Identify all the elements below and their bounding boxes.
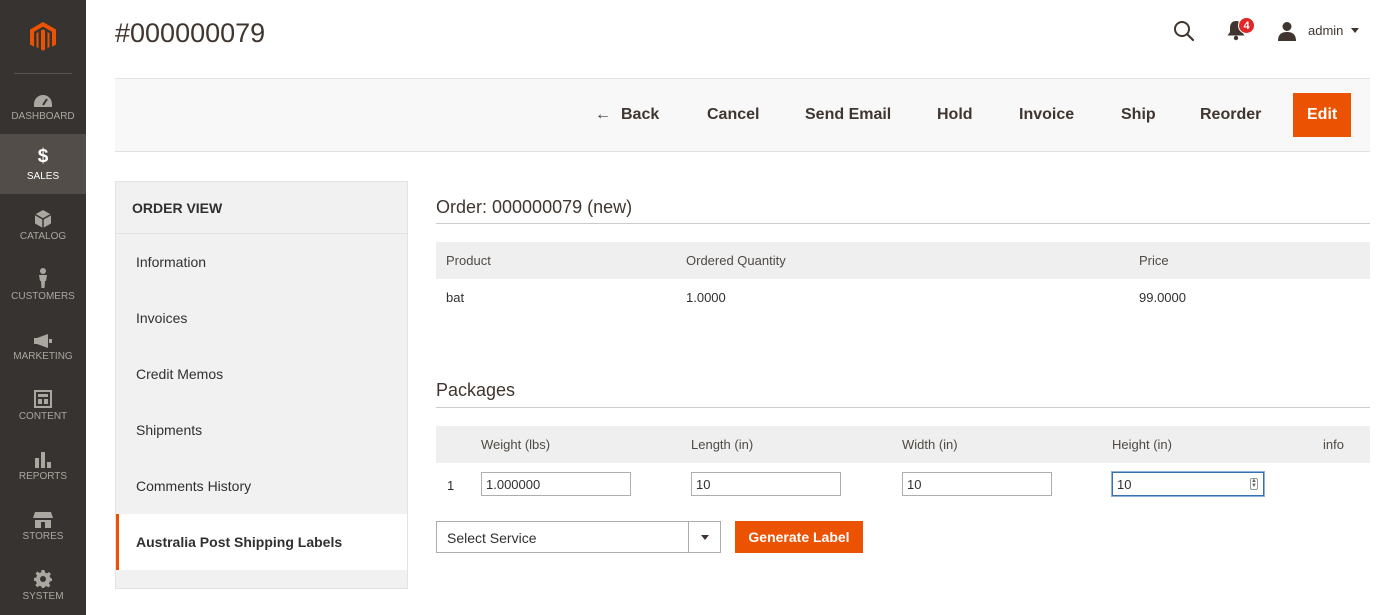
tab-australia-post-shipping-labels[interactable]: Australia Post Shipping Labels [116,514,407,570]
nav-label: CUSTOMERS [11,291,75,302]
tab-comments-history[interactable]: Comments History [116,458,407,514]
store-icon [33,506,53,528]
back-label: Back [621,106,660,123]
gear-icon [34,566,52,588]
packages-heading: Packages [436,380,516,400]
edit-button[interactable]: Edit [1293,93,1352,137]
notification-count-badge: 4 [1238,17,1255,34]
service-select-value: Select Service [447,530,537,546]
nav-label: SALES [26,171,60,182]
length-input[interactable] [691,472,841,496]
layout-icon [34,386,52,408]
nav-customers[interactable]: CUSTOMERS [0,254,86,314]
item-product: bat [446,290,465,305]
ship-button[interactable]: Ship [1121,93,1156,137]
divider [436,407,1370,408]
nav-sales[interactable]: $ SALES [0,134,86,194]
page-title: #000000079 [115,18,266,48]
bar-chart-icon [34,446,52,468]
cube-icon [35,206,51,228]
person-icon [37,266,49,288]
tab-shipments[interactable]: Shipments [116,402,407,458]
user-icon[interactable] [1277,21,1297,41]
tabs-title: ORDER VIEW [116,182,407,234]
column-header-ordered-quantity: Ordered Quantity [686,253,786,268]
height-input[interactable] [1112,472,1264,496]
megaphone-icon [34,326,52,348]
weight-input[interactable] [481,472,631,496]
nav-marketing[interactable]: MARKETING [0,314,86,374]
search-icon[interactable] [1172,19,1196,43]
user-menu-name[interactable]: admin [1308,23,1343,38]
page-actions-toolbar: ← Back Cancel Send Email Hold Invoice Sh… [115,78,1370,152]
arrow-left-icon: ← [595,106,611,123]
back-button[interactable]: ← Back [595,93,659,137]
tab-information[interactable]: Information [116,234,407,290]
magento-logo-icon [30,21,56,51]
width-input[interactable] [902,472,1052,496]
nav-label: STORES [22,531,64,542]
order-heading: Order: 000000079 (new) [436,197,633,217]
nav-label: CONTENT [18,411,68,422]
column-header-height: Height (in) [1112,437,1172,452]
nav-label: CATALOG [19,231,67,242]
tab-credit-memos[interactable]: Credit Memos [116,346,407,402]
order-view-tabs: ORDER VIEW Information Invoices Credit M… [115,181,408,589]
hold-button[interactable]: Hold [937,93,973,137]
send-email-button[interactable]: Send Email [805,93,891,137]
tab-invoices[interactable]: Invoices [116,290,407,346]
nav-system[interactable]: SYSTEM [0,554,86,614]
package-index: 1 [447,478,455,493]
order-items-header [436,242,1370,279]
magento-logo[interactable] [14,0,72,74]
dashboard-icon [33,86,53,108]
column-header-length: Length (in) [691,437,754,452]
invoice-button[interactable]: Invoice [1019,93,1074,137]
divider [436,223,1370,224]
chevron-down-icon [688,522,720,552]
cancel-button[interactable]: Cancel [707,93,759,137]
column-header-product: Product [446,253,491,268]
column-header-weight: Weight (lbs) [481,437,551,452]
nav-label: DASHBOARD [11,111,75,122]
admin-sidebar: DASHBOARD $ SALES CATALOG CUSTOMERS MARK… [0,0,86,615]
reorder-button[interactable]: Reorder [1200,93,1261,137]
chevron-down-icon[interactable] [1351,28,1359,33]
nav-label: MARKETING [13,351,73,362]
nav-label: SYSTEM [22,591,64,602]
nav-dashboard[interactable]: DASHBOARD [0,74,86,134]
item-price: 99.0000 [1139,290,1186,305]
nav-content[interactable]: CONTENT [0,374,86,434]
number-spinner-icon[interactable]: ▲ ▼ [1250,478,1258,490]
column-header-width: Width (in) [902,437,958,452]
nav-catalog[interactable]: CATALOG [0,194,86,254]
dollar-icon: $ [37,146,49,167]
nav-stores[interactable]: STORES [0,494,86,554]
column-header-info: info [1323,437,1344,452]
nav-label: REPORTS [18,471,68,482]
generate-label-button[interactable]: Generate Label [735,521,863,553]
column-header-price: Price [1139,253,1169,268]
nav-reports[interactable]: REPORTS [0,434,86,494]
item-quantity: 1.0000 [686,290,726,305]
service-select[interactable]: Select Service [436,521,721,553]
